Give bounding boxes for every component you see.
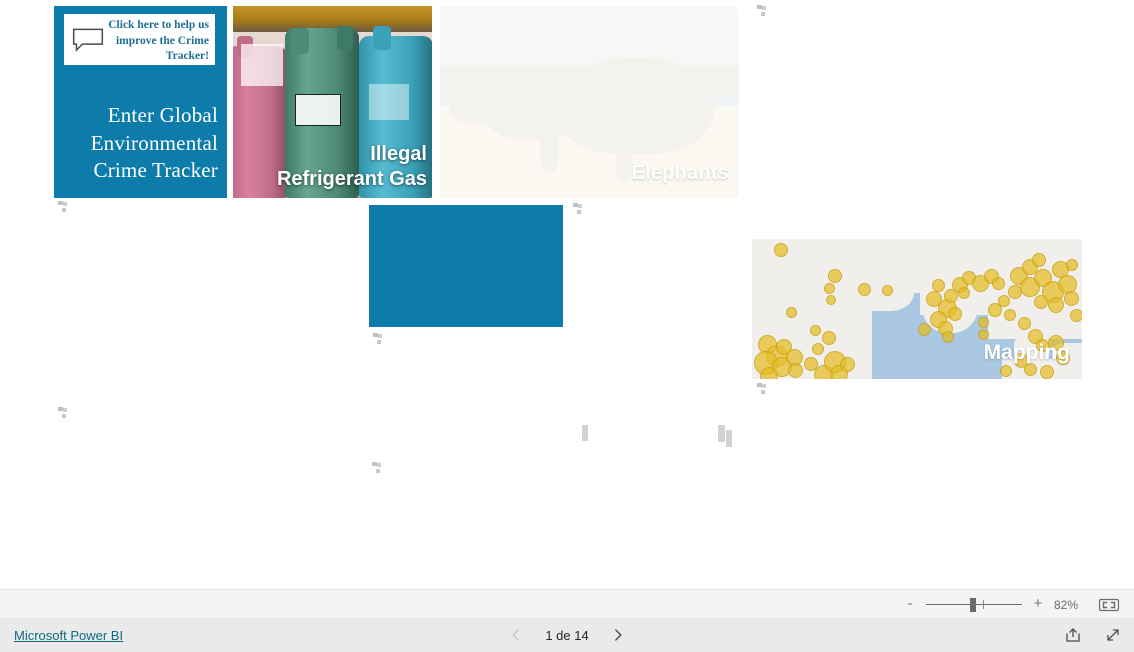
page-indicator: 1 de 14 (545, 627, 589, 643)
status-bar-actions (1064, 618, 1122, 652)
tile-gas-title: Illegal Refrigerant Gas (276, 143, 427, 190)
zoom-level-label: 82% (1053, 597, 1079, 612)
tile-mapping[interactable]: Mapping (752, 239, 1082, 379)
feedback-label: Click here to help us improve the Crime … (108, 19, 209, 62)
page-navigation: 1 de 14 (0, 618, 1134, 652)
partial-chart-bar (726, 430, 732, 447)
tile-blank-loading[interactable] (369, 205, 563, 327)
zoom-slider-notch (983, 599, 984, 609)
report-canvas: Click here to help us improve the Crime … (0, 0, 1134, 589)
status-bar: Microsoft Power BI 1 de 14 (0, 618, 1134, 652)
chevron-right-icon[interactable] (610, 627, 626, 643)
tile-enter-title: Enter Global Environmental Crime Tracker (90, 103, 218, 182)
zoom-out-button[interactable]: - (902, 596, 918, 613)
fullscreen-icon[interactable] (1104, 626, 1122, 644)
power-bi-report-viewer: Click here to help us improve the Crime … (0, 0, 1134, 652)
tile-elephants[interactable]: Elephants (440, 6, 739, 198)
tile-enter-crime-tracker[interactable]: Click here to help us improve the Crime … (54, 6, 227, 198)
zoom-slider[interactable] (926, 597, 1022, 613)
partial-chart-bar (582, 425, 588, 441)
share-icon[interactable] (1064, 626, 1082, 644)
feedback-card[interactable]: Click here to help us improve the Crime … (64, 14, 215, 65)
zoom-toolbar: - + 82% (0, 589, 1134, 620)
zoom-in-button[interactable]: + (1030, 596, 1046, 613)
chevron-left-icon[interactable] (508, 627, 524, 643)
tile-mapping-title: Mapping (983, 341, 1070, 364)
tile-elephants-title: Elephants (631, 162, 729, 184)
partial-chart-bar (718, 425, 725, 442)
zoom-slider-handle[interactable] (970, 597, 976, 612)
fit-to-page-icon[interactable] (1098, 597, 1120, 613)
tile-illegal-refrigerant-gas[interactable]: Illegal Refrigerant Gas (233, 6, 432, 198)
